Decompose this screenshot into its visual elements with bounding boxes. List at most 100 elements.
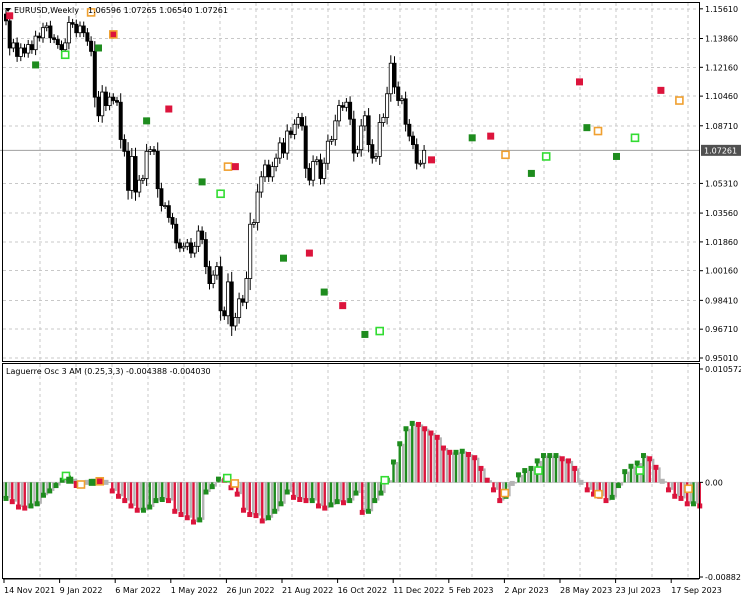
osc-bar-cap <box>366 508 371 514</box>
signal-marker-orange-outline <box>684 484 693 494</box>
osc-bar <box>442 448 445 483</box>
osc-shadow-bar <box>133 482 136 506</box>
osc-bar-cap <box>472 455 478 461</box>
osc-shadow-bar <box>370 482 374 512</box>
price-axis-label: 1.10460 <box>705 92 738 101</box>
signal-marker-orange-outline <box>501 150 510 160</box>
osc-bar-cap <box>141 507 146 513</box>
price-axis-label: 1.00160 <box>705 267 738 276</box>
osc-bar-cap <box>447 449 453 455</box>
osc-bar-cap <box>3 495 9 501</box>
osc-bar <box>161 482 164 500</box>
signal-marker-orange-filled <box>109 30 118 39</box>
osc-bar-cap <box>609 494 615 500</box>
osc-shadow-bar <box>108 482 111 483</box>
osc-bar-cap <box>328 502 334 508</box>
osc-shadow-bar <box>314 482 317 501</box>
signal-marker-lime-outline <box>630 133 640 143</box>
osc-bar-cap <box>566 458 571 464</box>
osc-bar <box>29 482 33 506</box>
osc-bar <box>454 452 458 483</box>
osc-bar <box>248 482 251 515</box>
price-axis-label: 0.98410 <box>705 296 738 305</box>
osc-bar <box>367 482 370 512</box>
signal-marker-lime-outline <box>222 473 232 483</box>
osc-bar-cap <box>634 460 640 466</box>
osc-bar-cap <box>616 483 621 489</box>
osc-shadow-bar <box>620 482 624 486</box>
osc-bar <box>261 482 264 521</box>
osc-bar <box>311 482 314 501</box>
signal-marker-orange-outline <box>593 126 603 136</box>
osc-bar-cap <box>541 453 546 459</box>
signal-marker-green-square <box>32 61 40 69</box>
signal-marker-orange-outline <box>223 162 233 171</box>
osc-bar-cap <box>653 464 659 470</box>
osc-shadow-bar <box>177 482 180 512</box>
signal-marker-green-square <box>198 178 206 186</box>
osc-bar-cap <box>572 465 578 471</box>
osc-bar <box>179 482 183 515</box>
osc-bar <box>123 482 126 501</box>
osc-bar-cap <box>109 488 115 494</box>
osc-bar-cap <box>584 487 590 493</box>
symbol-title: EURUSD,Weekly <box>14 6 79 15</box>
osc-shadow-bar <box>239 482 242 495</box>
osc-shadow-bar <box>545 455 549 483</box>
osc-bar <box>304 482 308 501</box>
time-axis-label: 11 Dec 2022 <box>393 586 444 595</box>
price-axis-label: 0.96710 <box>705 325 738 334</box>
osc-shadow-bar <box>202 482 205 520</box>
osc-bar-cap <box>191 519 196 525</box>
osc-bar-cap <box>641 453 646 459</box>
osc-bar-cap <box>522 468 528 474</box>
signal-marker-red-square <box>339 302 347 310</box>
osc-shadow-bar <box>514 482 517 484</box>
osc-bar-cap <box>266 515 271 521</box>
osc-shadow-bar <box>183 482 186 515</box>
osc-bar-cap <box>153 498 159 504</box>
osc-shadow-bar <box>458 452 461 483</box>
osc-bar <box>448 452 451 483</box>
osc-bar-cap <box>378 490 384 496</box>
time-axis-label: 17 Sep 2023 <box>671 586 722 595</box>
signal-marker-orange-outline <box>594 489 603 499</box>
osc-bar-cap <box>209 484 215 490</box>
osc-shadow-bar <box>520 474 524 483</box>
osc-bar <box>36 482 39 504</box>
osc-shadow-bar <box>495 482 499 490</box>
chart-canvas: 1.15610 1.13860 1.12160 1.10460 1.08710 1.053… <box>0 0 741 600</box>
osc-bar-cap <box>47 488 53 494</box>
osc-shadow-bar <box>302 482 305 500</box>
time-axis-label: 5 Feb 2023 <box>449 586 494 595</box>
osc-bar-cap <box>16 504 21 510</box>
osc-bar-cap <box>203 489 209 495</box>
osc-bar-cap <box>372 498 378 504</box>
signal-marker-red-square <box>305 249 313 257</box>
osc-bar <box>23 482 26 509</box>
osc-bar <box>561 458 564 483</box>
osc-bar-cap <box>453 449 459 455</box>
osc-bar-cap <box>166 498 171 504</box>
osc-bar-cap <box>172 508 178 514</box>
osc-bar <box>148 482 151 508</box>
signal-marker-lime-outline <box>380 475 390 485</box>
signal-marker-red-square <box>428 156 435 164</box>
osc-shadow-bar <box>433 433 436 483</box>
osc-bar <box>198 482 201 520</box>
osc-bar-cap <box>303 498 309 504</box>
osc-shadow-bar <box>364 482 367 513</box>
osc-shadow-bar <box>152 482 155 508</box>
time-axis-label: 28 May 2023 <box>560 586 612 595</box>
signal-marker-lime-outline <box>375 326 385 336</box>
osc-bar-cap <box>672 493 678 499</box>
osc-bar-cap <box>259 518 265 524</box>
osc-bar <box>567 460 570 483</box>
osc-bar <box>11 482 14 502</box>
price-axis-label: 1.03560 <box>705 209 738 218</box>
osc-shadow-bar <box>527 470 530 483</box>
osc-bar <box>473 457 476 483</box>
osc-shadow-bar <box>395 461 399 483</box>
osc-bar-cap <box>122 498 128 504</box>
osc-shadow-bar <box>652 458 655 483</box>
